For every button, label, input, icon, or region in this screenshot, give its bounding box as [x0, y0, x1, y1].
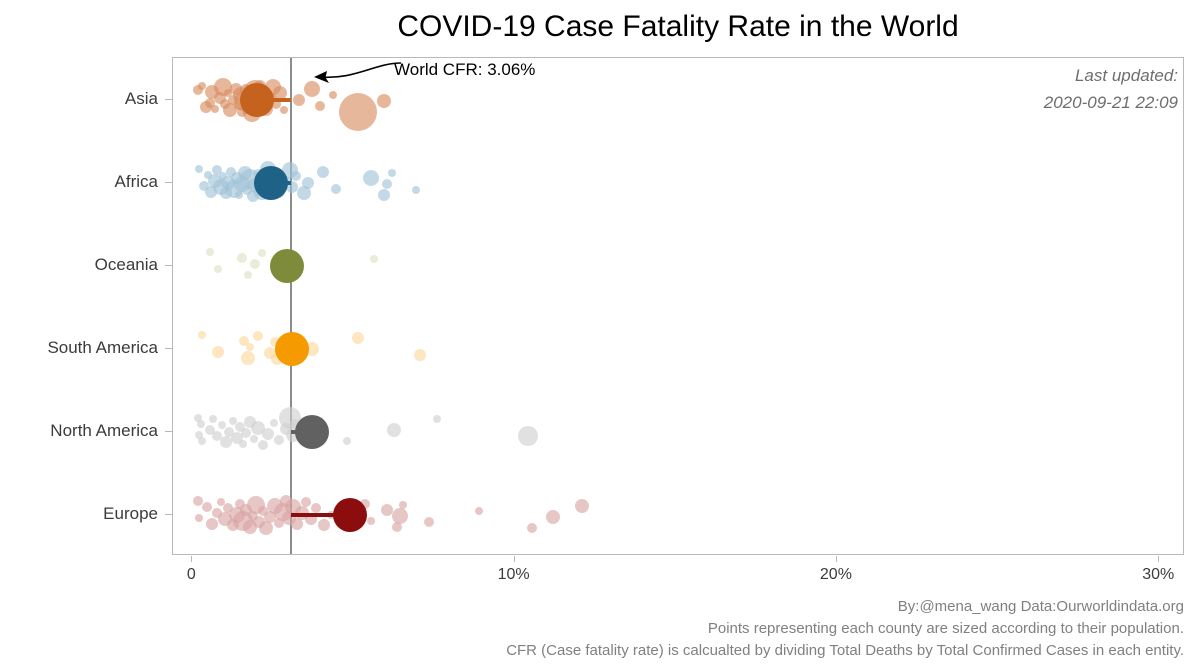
country-point [210, 105, 219, 114]
x-axis-label: 0 [186, 566, 196, 583]
y-axis-label-south-america: South America [47, 337, 158, 357]
country-point [257, 439, 268, 450]
continent-mean-marker [275, 331, 310, 366]
country-point [212, 346, 225, 359]
country-point [370, 255, 379, 264]
y-axis-tick [165, 98, 172, 100]
country-point [412, 185, 421, 194]
country-point [328, 90, 337, 99]
world-cfr-reference-line [289, 58, 292, 554]
country-point [314, 100, 325, 111]
country-point [198, 437, 206, 446]
country-point [257, 249, 266, 258]
continent-mean-marker [294, 414, 329, 449]
country-point [475, 506, 484, 515]
continent-mean-marker [239, 82, 274, 117]
country-point [243, 271, 252, 280]
x-axis-label: 10% [497, 566, 530, 583]
country-point [546, 509, 561, 524]
country-point [196, 420, 205, 429]
country-point [339, 92, 378, 131]
country-point [274, 434, 285, 445]
country-point [209, 415, 218, 424]
y-axis-label-oceania: Oceania [94, 254, 158, 274]
last-updated-timestamp: 2020-09-21 22:09 [1043, 93, 1178, 112]
y-axis-label-africa: Africa [114, 171, 158, 191]
curved-left-arrow-icon [314, 62, 402, 83]
country-point [262, 427, 275, 440]
country-point [517, 426, 538, 447]
last-updated-label: Last updated: [1074, 66, 1178, 85]
country-point [195, 514, 204, 523]
x-axis-label: 30% [1142, 566, 1175, 583]
country-point [269, 419, 278, 428]
caption-point-size-note: Points representing each county are size… [707, 620, 1184, 637]
country-point [352, 331, 365, 344]
x-axis-tick [191, 556, 193, 562]
x-axis-tick [835, 556, 837, 562]
last-updated-block: Last updated: 2020-09-21 22:09 [1044, 62, 1178, 116]
chart-caption: By:@mena_wang Data:Ourworldindata.org Po… [506, 596, 1184, 662]
country-point [392, 507, 409, 524]
country-point [378, 188, 391, 201]
country-point [386, 423, 401, 438]
country-point [253, 331, 264, 342]
country-point [291, 171, 302, 182]
country-point [424, 516, 435, 527]
caption-cfr-definition: CFR (Case fatality rate) is calcualted b… [506, 642, 1184, 659]
country-point [300, 497, 311, 508]
country-point [246, 343, 255, 352]
covid-cfr-chart: COVID-19 Case Fatality Rate in the World… [0, 0, 1200, 667]
y-axis-label-europe: Europe [103, 503, 158, 523]
y-axis-tick [165, 430, 172, 432]
country-point [575, 499, 590, 514]
continent-mean-marker [333, 497, 368, 532]
country-point [302, 176, 315, 189]
y-axis-tick [165, 181, 172, 183]
country-point [382, 178, 393, 189]
country-point [250, 434, 259, 443]
country-point [240, 351, 255, 366]
country-point [343, 437, 352, 446]
country-point [198, 331, 206, 340]
x-axis-tick [513, 556, 515, 562]
country-point [330, 183, 341, 194]
country-point [199, 100, 212, 113]
country-point [206, 518, 219, 531]
country-point [388, 168, 397, 177]
country-point [399, 500, 408, 509]
country-point [363, 169, 380, 186]
y-axis-tick [165, 347, 172, 349]
country-point [239, 439, 248, 448]
plot-panel [172, 57, 1184, 555]
y-axis-tick [165, 264, 172, 266]
country-point [280, 106, 289, 115]
country-point [259, 520, 274, 535]
country-point [377, 93, 392, 108]
country-point [527, 522, 538, 533]
y-axis-label-north-america: North America [50, 420, 158, 440]
country-point [214, 265, 223, 274]
x-axis-tick [1158, 556, 1160, 562]
country-point [250, 259, 261, 270]
country-point [433, 415, 442, 424]
page-title: COVID-19 Case Fatality Rate in the World [397, 10, 959, 43]
y-axis-tick [165, 513, 172, 515]
country-point [193, 84, 204, 95]
y-axis-label-asia: Asia [124, 88, 158, 108]
world-cfr-annotation: World CFR: 3.06% [394, 60, 536, 79]
country-point [367, 516, 376, 525]
x-axis-label: 20% [819, 566, 852, 583]
country-point [237, 253, 248, 264]
country-point [201, 502, 212, 513]
continent-mean-marker [254, 165, 289, 200]
country-point [292, 93, 305, 106]
caption-credit: By:@mena_wang Data:Ourworldindata.org [897, 598, 1184, 615]
continent-mean-marker [270, 248, 305, 283]
country-point [318, 519, 331, 532]
country-point [206, 248, 215, 257]
country-point [413, 348, 426, 361]
country-point [316, 165, 329, 178]
country-point [194, 165, 203, 174]
